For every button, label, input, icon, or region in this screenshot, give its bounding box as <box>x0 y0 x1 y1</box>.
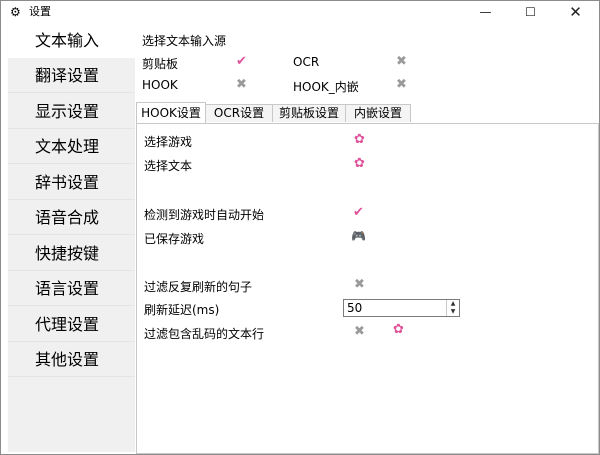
cross-icon[interactable]: ✖ <box>396 78 407 92</box>
sidebar-item-tts[interactable]: 语音合成 <box>8 201 135 235</box>
cross-icon[interactable]: ✖ <box>354 325 365 339</box>
source-section-title: 选择文本输入源 <box>142 34 227 48</box>
source-label-clipboard: 剪贴板 <box>142 57 179 71</box>
gear-icon[interactable]: ✿ <box>393 323 404 337</box>
refresh-delay-spinbox[interactable]: 50 ▲ ▼ <box>343 299 460 317</box>
main-panel: 选择文本输入源 剪贴板 ✔ OCR ✖ HOOK ✖ HOOK_内嵌 ✖ HOO… <box>136 24 599 454</box>
tab-ocr-settings[interactable]: OCR设置 <box>205 104 273 122</box>
gear-icon: ⚙ <box>10 5 21 19</box>
select-text-gear-icon[interactable]: ✿ <box>354 157 365 171</box>
check-icon[interactable]: ✔ <box>236 55 247 69</box>
spin-up-arrow-icon[interactable]: ▲ <box>447 300 459 308</box>
refresh-delay-label: 刷新延迟(ms) <box>144 303 220 317</box>
sidebar-item-proxy[interactable]: 代理设置 <box>8 308 135 342</box>
check-icon[interactable]: ✔ <box>353 206 364 220</box>
close-button[interactable]: ✕ <box>553 1 598 23</box>
cross-icon[interactable]: ✖ <box>396 55 407 69</box>
tab-hook-settings[interactable]: HOOK设置 <box>136 102 206 124</box>
filter-repeat-label: 过滤反复刷新的句子 <box>144 280 253 294</box>
select-game-label: 选择游戏 <box>144 135 193 149</box>
tab-clipboard-settings[interactable]: 剪贴板设置 <box>272 104 346 122</box>
sidebar: 文本输入 翻译设置 显示设置 文本处理 辞书设置 语音合成 快捷按键 语言设置 … <box>8 24 135 452</box>
minimize-button[interactable]: — <box>463 1 508 23</box>
sidebar-item-other[interactable]: 其他设置 <box>8 343 135 377</box>
tab-embedded-settings[interactable]: 内嵌设置 <box>345 104 411 122</box>
saved-games-label: 已保存游戏 <box>144 232 205 246</box>
sidebar-item-translation[interactable]: 翻译设置 <box>8 59 135 93</box>
sidebar-item-dictionary[interactable]: 辞书设置 <box>8 166 135 200</box>
sidebar-item-text-processing[interactable]: 文本处理 <box>8 130 135 164</box>
filter-garbled-label: 过滤包含乱码的文本行 <box>144 327 265 341</box>
hook-settings-panel: 选择游戏 ✿ 选择文本 ✿ 检测到游戏时自动开始 ✔ 已保存游戏 🎮 过滤反复刷… <box>136 123 599 454</box>
sidebar-item-text-input[interactable]: 文本输入 <box>8 24 135 58</box>
select-game-gear-icon[interactable]: ✿ <box>354 133 365 147</box>
cross-icon[interactable]: ✖ <box>354 278 365 292</box>
tab-bar: HOOK设置 OCR设置 剪贴板设置 内嵌设置 <box>136 102 599 124</box>
source-label-hook-embedded: HOOK_内嵌 <box>293 80 359 94</box>
sidebar-item-display[interactable]: 显示设置 <box>8 95 135 129</box>
title-bar: ⚙ 设置 — ☐ ✕ <box>1 1 599 23</box>
gamepad-icon[interactable]: 🎮 <box>351 229 366 243</box>
refresh-delay-value[interactable]: 50 <box>347 300 362 316</box>
source-label-ocr: OCR <box>293 55 320 69</box>
sidebar-item-hotkeys[interactable]: 快捷按键 <box>8 237 135 271</box>
auto-start-label: 检测到游戏时自动开始 <box>144 208 265 222</box>
select-text-label: 选择文本 <box>144 159 193 173</box>
source-label-hook: HOOK <box>142 78 178 92</box>
cross-icon[interactable]: ✖ <box>236 78 247 92</box>
spin-buttons: ▲ ▼ <box>446 300 459 316</box>
window-title: 设置 <box>29 5 51 18</box>
maximize-button[interactable]: ☐ <box>508 1 553 23</box>
settings-window: ⚙ 设置 — ☐ ✕ 文本输入 翻译设置 显示设置 文本处理 辞书设置 语音合成… <box>0 0 600 455</box>
sidebar-item-language[interactable]: 语言设置 <box>8 272 135 306</box>
spin-down-arrow-icon[interactable]: ▼ <box>447 308 459 316</box>
